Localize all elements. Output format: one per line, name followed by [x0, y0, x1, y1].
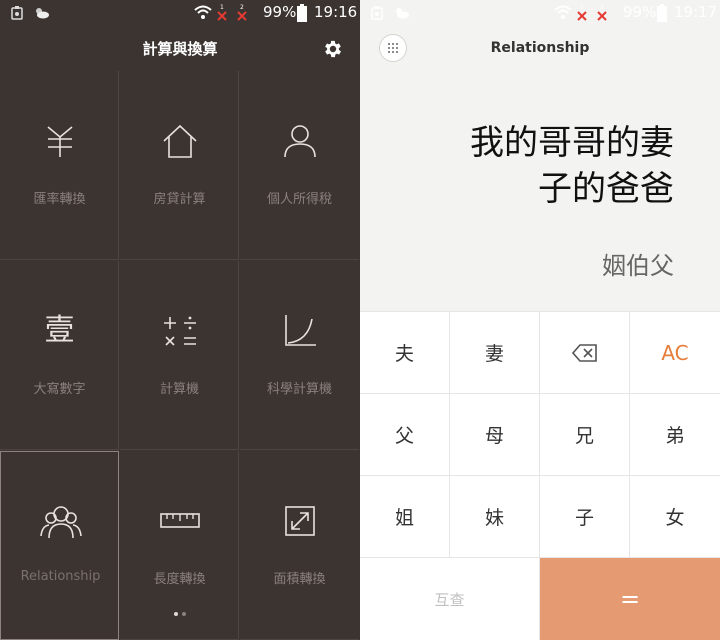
backspace-button[interactable] [540, 312, 629, 393]
app-header: 計算與換算 [0, 26, 360, 70]
backspace-icon [571, 343, 597, 362]
key-father[interactable]: 父 [360, 394, 449, 475]
page-dot-active [174, 612, 178, 616]
page-indicator [172, 612, 188, 618]
expression-line: 子的爸爸 [538, 169, 674, 209]
tile-label: 大寫數字 [33, 382, 86, 397]
battery-icon [657, 4, 667, 22]
tile-label: 計算機 [159, 382, 199, 397]
clock: 19:16 [314, 3, 358, 21]
status-bar: 1 2 99% 19:17 [360, 0, 720, 26]
mutual-lookup-button[interactable]: 互查 [360, 558, 539, 640]
chinese-numeral-icon: 壹 [44, 313, 75, 348]
weather-icon [36, 8, 49, 19]
sim2-no-signal-icon: 2 [237, 4, 247, 21]
page-title: Relationship [490, 40, 590, 56]
expression-display: 我的哥哥的妻 子的爸爸 [390, 120, 674, 212]
battery-percent: 99% [623, 3, 657, 21]
key-younger-sister[interactable]: 妹 [450, 476, 539, 557]
keypad: 夫 妻 AC 父 母 兄 弟 姐 妹 子 女 互查 = [360, 311, 720, 640]
battery-icon [297, 4, 307, 22]
tile-calculator[interactable]: 計算機 [120, 261, 239, 450]
relationship-calculator-screen: 1 2 99% 19:17 Relationship 我的哥哥的妻 子的爸爸 姻… [360, 0, 720, 640]
tile-label: 長度轉換 [153, 572, 206, 587]
key-daughter[interactable]: 女 [630, 476, 720, 557]
tile-relationship[interactable]: Relationship [0, 451, 119, 640]
page-dot [182, 612, 186, 616]
key-elder-brother[interactable]: 兄 [540, 394, 629, 475]
person-icon [283, 125, 316, 158]
key-son[interactable]: 子 [540, 476, 629, 557]
key-younger-brother[interactable]: 弟 [630, 394, 720, 475]
weather-icon [396, 8, 409, 19]
tile-chinese-numerals[interactable]: 壹 大寫數字 [0, 261, 119, 450]
clear-all-button[interactable]: AC [630, 312, 720, 393]
calculator-list-screen: 1 2 99% 19:16 計算與換算 匯率轉換 房貸計算 個人所得稅 壹 大寫… [0, 0, 360, 640]
house-icon [162, 124, 197, 158]
ruler-icon [159, 513, 200, 528]
equals-button[interactable]: = [540, 558, 720, 640]
expression-line: 我的哥哥的妻 [470, 123, 674, 163]
key-husband[interactable]: 夫 [360, 312, 449, 393]
tile-label: Relationship [20, 569, 101, 584]
function-curve-icon [284, 315, 316, 346]
tile-label: 個人所得稅 [266, 192, 332, 207]
key-wife[interactable]: 妻 [450, 312, 539, 393]
tile-label: 匯率轉換 [33, 192, 86, 207]
calculator-grid: 匯率轉換 房貸計算 個人所得稅 壹 大寫數字 計算機 科學計算機 Relatio… [0, 71, 360, 640]
svg-text:1: 1 [220, 4, 224, 11]
result-display: 姻伯父 [602, 252, 674, 280]
tile-mortgage[interactable]: 房貸計算 [120, 71, 239, 260]
sim1-no-signal-icon: 1 [577, 4, 587, 21]
wifi-icon [194, 5, 212, 19]
currency-yen-icon [46, 126, 73, 157]
expand-arrows-icon [284, 506, 315, 536]
clock: 19:17 [674, 3, 718, 21]
tile-scientific-calculator[interactable]: 科學計算機 [240, 261, 359, 450]
people-group-icon [39, 506, 82, 539]
tile-currency-exchange[interactable]: 匯率轉換 [0, 71, 119, 260]
tile-label: 科學計算機 [266, 382, 332, 397]
app-notification-icon [371, 6, 383, 20]
tile-income-tax[interactable]: 個人所得稅 [240, 71, 359, 260]
key-elder-sister[interactable]: 姐 [360, 476, 449, 557]
settings-gear-icon[interactable] [322, 38, 344, 60]
status-bar: 1 2 99% 19:16 [0, 0, 360, 26]
page-title: 計算與換算 [142, 40, 218, 58]
sim2-no-signal-icon: 2 [597, 4, 607, 21]
svg-text:2: 2 [600, 4, 604, 11]
sim1-no-signal-icon: 1 [217, 4, 227, 21]
tile-label: 面積轉換 [273, 572, 326, 587]
tile-area-conversion[interactable]: 面積轉換 [240, 451, 359, 640]
svg-text:1: 1 [580, 4, 584, 11]
svg-text:2: 2 [240, 4, 244, 11]
key-mother[interactable]: 母 [450, 394, 539, 475]
app-notification-icon [11, 6, 23, 20]
battery-percent: 99% [263, 3, 297, 21]
wifi-icon [554, 5, 572, 19]
calculator-ops-icon [163, 316, 196, 346]
tile-label: 房貸計算 [153, 192, 206, 207]
